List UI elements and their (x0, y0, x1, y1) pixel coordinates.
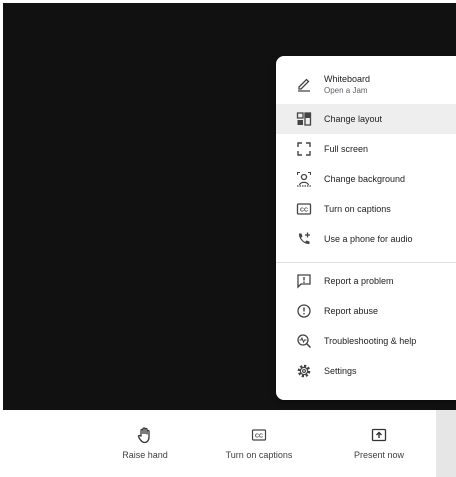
troubleshoot-icon (296, 333, 312, 349)
hand-icon (136, 426, 154, 444)
raise-hand-label: Raise hand (122, 450, 168, 460)
menu-item-label: Settings (324, 366, 357, 376)
menu-item-label: Turn on captions (324, 204, 391, 214)
menu-item-label: Troubleshooting & help (324, 336, 417, 346)
menu-item-change-layout[interactable]: Change layout (276, 104, 456, 134)
menu-item-report-problem[interactable]: Report a problem (276, 266, 456, 296)
alert-circle-icon (296, 303, 312, 319)
present-icon (370, 426, 388, 444)
menu-item-troubleshooting[interactable]: Troubleshooting & help (276, 326, 456, 356)
menu-item-label: Full screen (324, 144, 369, 154)
present-now-button[interactable]: Present now (334, 426, 424, 460)
captions-icon: CC (250, 426, 268, 444)
menu-item-label: Change background (324, 174, 406, 184)
menu-item-phone-audio[interactable]: Use a phone for audio (276, 224, 456, 254)
menu-item-label: Change layout (324, 114, 383, 124)
more-options-menu: Whiteboard Open a Jam Change layout Full… (276, 56, 456, 400)
captions-icon: CC (296, 201, 312, 217)
menu-item-sublabel: Open a Jam (324, 85, 368, 95)
menu-item-label: Use a phone for audio (324, 234, 413, 244)
captions-label: Turn on captions (225, 450, 293, 460)
menu-item-settings[interactable]: Settings (276, 356, 456, 386)
menu-item-report-abuse[interactable]: Report abuse (276, 296, 456, 326)
feedback-icon (296, 273, 312, 289)
side-panel-edge (436, 410, 456, 477)
phone-add-icon (296, 231, 312, 247)
svg-text:CC: CC (300, 208, 308, 214)
menu-item-change-background[interactable]: Change background (276, 164, 456, 194)
menu-item-label: Report a problem (324, 276, 394, 286)
fullscreen-icon (296, 141, 312, 157)
menu-item-captions[interactable]: CC Turn on captions (276, 194, 456, 224)
menu-item-label: Report abuse (324, 306, 379, 316)
raise-hand-button[interactable]: Raise hand (100, 426, 190, 460)
gear-icon (296, 363, 312, 379)
layout-icon (296, 111, 312, 127)
menu-item-label: Whiteboard (324, 73, 371, 84)
menu-divider (276, 262, 456, 263)
meeting-controls-bar: Raise hand CC Turn on captions Present n… (0, 410, 456, 477)
menu-item-whiteboard[interactable]: Whiteboard Open a Jam (276, 62, 456, 106)
menu-item-full-screen[interactable]: Full screen (276, 134, 456, 164)
background-icon (296, 171, 312, 187)
svg-text:CC: CC (255, 434, 263, 440)
present-now-label: Present now (353, 450, 405, 460)
captions-button[interactable]: CC Turn on captions (214, 426, 304, 460)
pen-icon (296, 76, 312, 92)
